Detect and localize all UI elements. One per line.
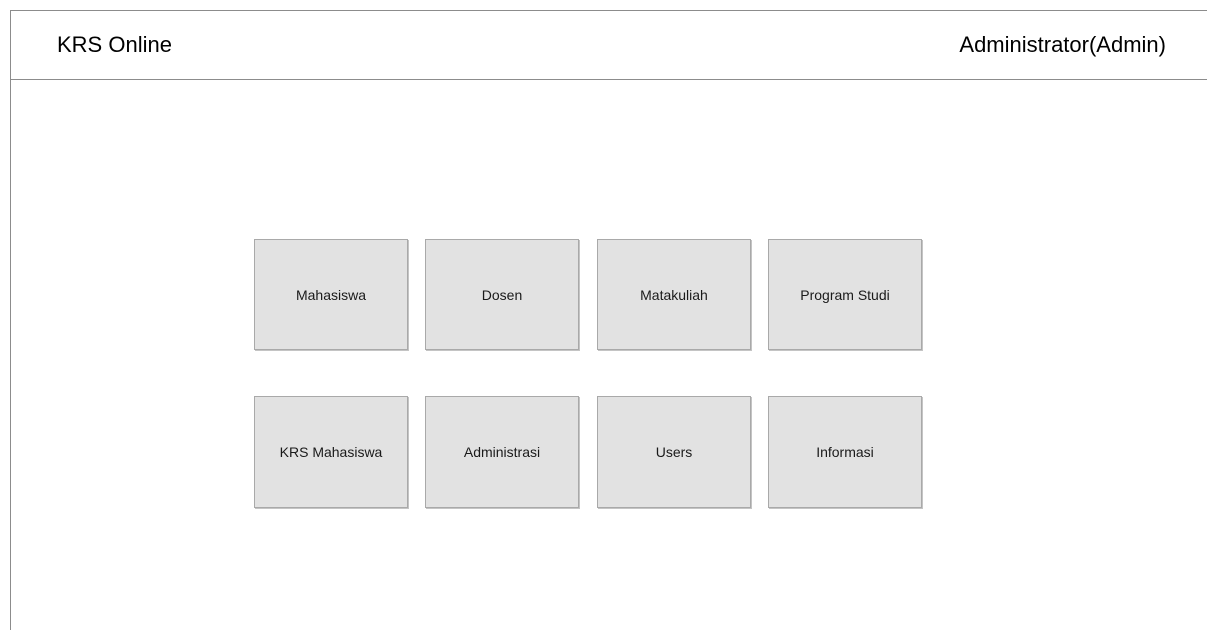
menu-tile-administrasi[interactable]: Administrasi (425, 396, 579, 508)
menu-tile-users[interactable]: Users (597, 396, 751, 508)
top-header: KRS Online Administrator(Admin) (10, 10, 1207, 80)
menu-tile-program-studi[interactable]: Program Studi (768, 239, 922, 350)
menu-tile-informasi[interactable]: Informasi (768, 396, 922, 508)
menu-tile-dosen[interactable]: Dosen (425, 239, 579, 350)
app-title: KRS Online (57, 32, 172, 57)
menu-tile-mahasiswa[interactable]: Mahasiswa (254, 239, 408, 350)
menu-tile-matakuliah[interactable]: Matakuliah (597, 239, 751, 350)
current-user-label[interactable]: Administrator(Admin) (959, 32, 1166, 58)
menu-tile-krs-mahasiswa[interactable]: KRS Mahasiswa (254, 396, 408, 508)
